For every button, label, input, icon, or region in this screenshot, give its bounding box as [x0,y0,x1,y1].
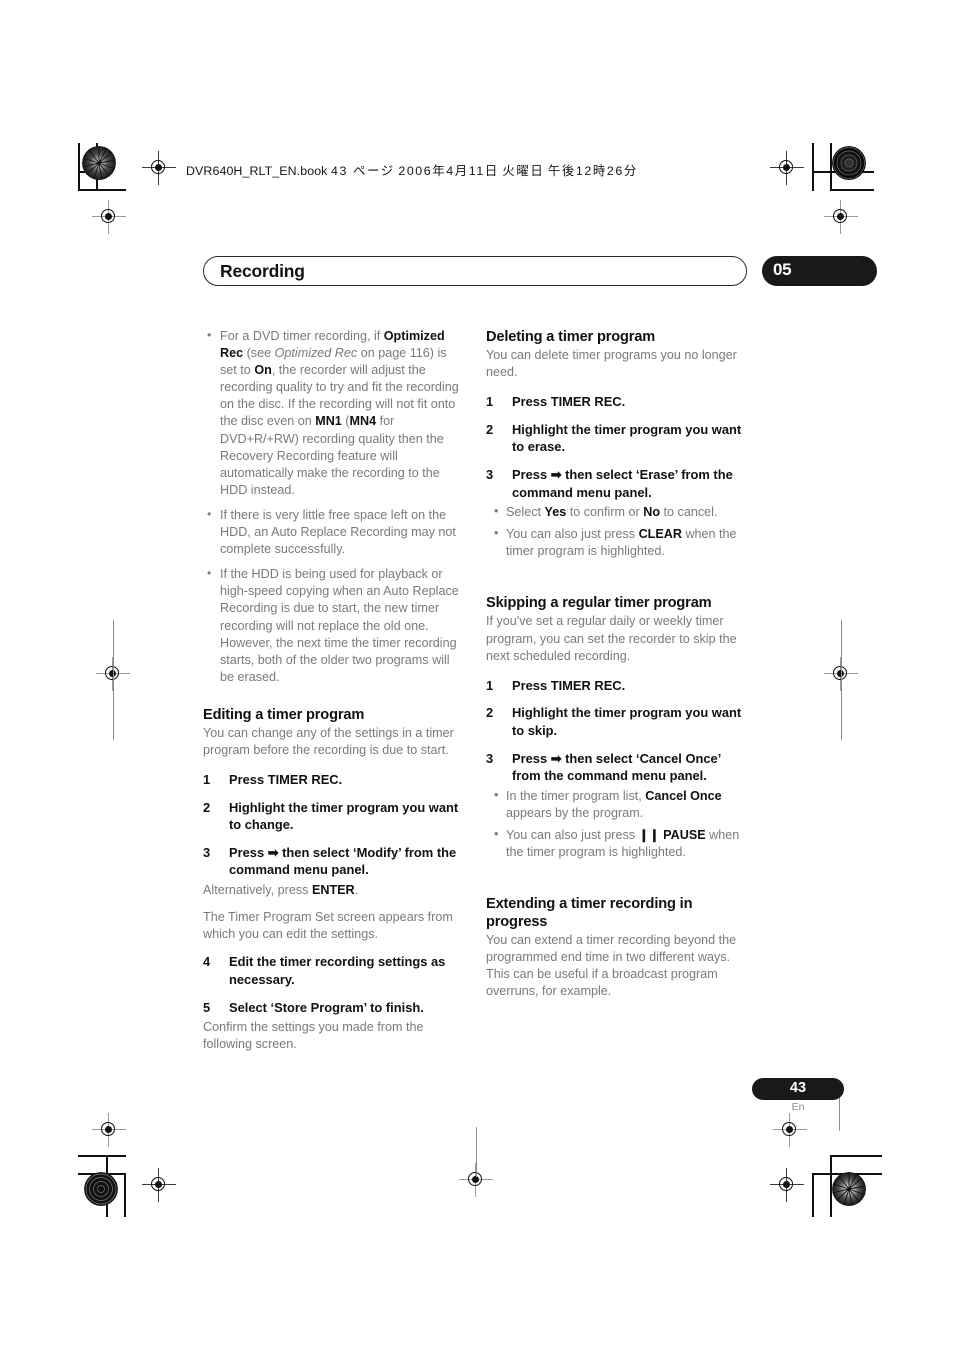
note-bullet-free-space: If there is very little free space left … [203,506,465,558]
registration-mark-right-upper [824,200,858,234]
step-text: Edit the timer recording settings as nec… [229,954,446,987]
step-text: Press TIMER REC. [512,677,626,693]
lead-extending: You can extend a timer recording beyond … [486,933,737,999]
fold-line-left [112,620,114,740]
heading-skipping-a-regular-timer-program: Skipping a regular timer program [486,595,712,612]
step-text: Highlight the timer program you want to … [229,799,459,833]
step-number: 1 [203,772,211,788]
step-edit-3: 3 Press ➡ then select ‘Modify’ from the c… [203,844,457,878]
lead-skipping: If you've set a regular daily or weekly … [486,614,737,663]
note-bullet-auto-replace: If the HDD is being used for playback or… [203,565,465,686]
fold-line-right [840,620,842,740]
heading-extending-a-timer-recording-in-progress: Extending a timer recording in progress [486,896,693,931]
note-bullet-optimized-rec: For a DVD timer recording, if Optimized … [203,327,465,499]
notes-bullet-list: For a DVD timer recording, if Optimized … [203,327,465,686]
fold-line-bottom-center [475,1127,477,1177]
step-number: 4 [203,954,211,970]
note-edit-confirm: Confirm the settings you made from the f… [203,1020,424,1052]
step-text: Press TIMER REC. [229,772,343,788]
registration-mark-top-left-inner [142,151,176,185]
density-patch-bottom-left [84,1172,118,1206]
chapter-number: 05 [773,260,792,279]
density-patch-top-left [82,146,116,180]
registration-mark-left-upper [92,200,126,234]
lead-editing: You can change any of the settings in a … [203,725,454,757]
step-text: Select ‘Store Program’ to finish. [229,999,424,1015]
page-number: 43 [789,1080,807,1096]
step-edit-2: 2 Highlight the timer program you want to… [203,799,465,834]
right-arrow-icon: ➡ [550,466,562,482]
print-date: 2006年4月11日 [398,164,499,178]
print-time: 午後12時26分 [547,164,638,178]
right-text-column: Deleting a timer program You can delete … [486,328,748,1012]
print-page-label: 43 ページ [331,164,395,178]
step-skip-3: 3 Press ➡ then select ‘Cancel Once’ from … [486,750,721,784]
step-number: 3 [203,844,211,860]
left-text-column: For a DVD timer recording, if Optimized … [203,327,465,1063]
registration-mark-bottom-right-inner [770,1168,804,1202]
print-weekday: 火曜日 [502,164,545,178]
lead-deleting: You can delete timer programs you no lon… [486,348,737,380]
chapter-number-tab: 05 [762,256,877,286]
sub-bullet-clear: You can also just press CLEAR when the t… [486,525,748,560]
step-number: 3 [486,750,494,766]
step-delete-1: 1 Press TIMER REC. [486,393,748,411]
registration-mark-top-right-inner [770,151,804,185]
step-number: 3 [486,466,494,482]
step-number: 5 [203,999,211,1015]
registration-mark-right-lower [773,1113,807,1147]
pause-icon: ❙❙ [638,827,660,842]
density-patch-top-right [832,146,866,180]
page-number-tab: 43 [752,1078,844,1100]
step-edit-5: 5 Select ‘Store Program’ to finish. [203,999,465,1017]
step-skip-1: 1 Press TIMER REC. [486,677,748,695]
heading-editing-a-timer-program: Editing a timer program [203,706,365,723]
sub-bullet-pause: You can also just press ❙❙ PAUSE when th… [486,826,748,861]
sub-bullet-yes-no: Select Yes to confirm or No to cancel. [486,503,748,521]
step-number: 1 [486,677,494,693]
step-number: 2 [486,705,494,721]
skip-sub-bullets: In the timer program list, Cancel Once a… [486,787,748,861]
right-arrow-icon: ➡ [267,844,279,860]
heading-deleting-a-timer-program: Deleting a timer program [486,329,656,345]
step-number: 2 [486,421,494,437]
step-delete-3: 3 Press ➡ then select ‘Erase’ from the co… [486,466,733,500]
step-text: Highlight the timer program you want to … [512,705,742,738]
note-edit-timer-program-set: The Timer Program Set screen appears fro… [203,910,453,942]
running-head-bar: Recording [203,256,747,286]
registration-mark-left-lower [92,1113,126,1147]
step-edit-1: 1 Press TIMER REC. [203,771,465,789]
step-number: 2 [203,799,211,815]
right-arrow-icon: ➡ [550,750,562,766]
registration-mark-bottom-left-inner [142,1168,176,1202]
print-job-header: DVR640H_RLT_EN.book 43 ページ 2006年4月11日 火曜… [186,161,638,179]
step-edit-4: 4 Edit the timer recording settings as ne… [203,953,465,988]
page-language-code: En [791,1101,805,1113]
step-number: 1 [486,394,494,410]
page-title: Recording [220,261,305,281]
step-text: Highlight the timer program you want to … [512,421,742,455]
step-text: Press TIMER REC. [512,394,626,410]
step-delete-2: 2 Highlight the timer program you want to… [486,421,748,456]
density-patch-bottom-right [832,1172,866,1206]
step-skip-2: 2 Highlight the timer program you want to… [486,704,748,739]
sub-bullet-cancel-once: In the timer program list, Cancel Once a… [486,787,748,822]
delete-sub-bullets: Select Yes to confirm or No to cancel. Y… [486,503,748,560]
note-edit-alternatively: Alternatively, press ENTER. [203,883,359,898]
print-filename: DVR640H_RLT_EN.book [186,164,328,178]
